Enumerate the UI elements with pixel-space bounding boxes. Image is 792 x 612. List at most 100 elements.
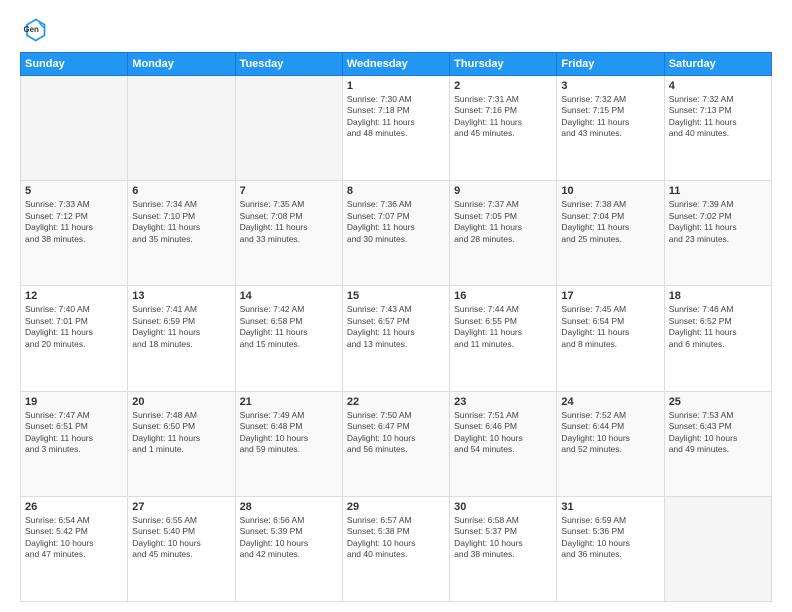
day-info: Sunrise: 6:55 AM Sunset: 5:40 PM Dayligh… (132, 515, 230, 561)
day-number: 19 (25, 396, 123, 408)
day-info: Sunrise: 7:32 AM Sunset: 7:13 PM Dayligh… (669, 94, 767, 140)
calendar-cell: 6 Sunrise: 7:34 AM Sunset: 7:10 PM Daylig… (128, 181, 235, 286)
day-number: 20 (132, 396, 230, 408)
day-info: Sunrise: 7:50 AM Sunset: 6:47 PM Dayligh… (347, 410, 445, 456)
day-info: Sunrise: 7:32 AM Sunset: 7:15 PM Dayligh… (561, 94, 659, 140)
calendar-cell (128, 76, 235, 181)
day-info: Sunrise: 7:51 AM Sunset: 6:46 PM Dayligh… (454, 410, 552, 456)
calendar-cell: 19 Sunrise: 7:47 AM Sunset: 6:51 PM Dayli… (21, 391, 128, 496)
day-number: 25 (669, 396, 767, 408)
calendar-cell: 25 Sunrise: 7:53 AM Sunset: 6:43 PM Dayli… (664, 391, 771, 496)
calendar-cell: 17Sunrise: 7:45 AM Sunset: 6:54 PM Dayli… (557, 286, 664, 391)
day-info: Sunrise: 7:49 AM Sunset: 6:48 PM Dayligh… (240, 410, 338, 456)
calendar-header-thursday: Thursday (450, 53, 557, 76)
day-number: 15 (347, 290, 445, 302)
calendar-cell: 22Sunrise: 7:50 AM Sunset: 6:47 PM Dayli… (342, 391, 449, 496)
day-number: 3 (561, 80, 659, 92)
page: Gen SundayMondayTuesdayWednesdayThursday… (0, 0, 792, 612)
calendar-header-saturday: Saturday (664, 53, 771, 76)
calendar-cell: 26Sunrise: 6:54 AM Sunset: 5:42 PM Dayli… (21, 496, 128, 601)
day-number: 13 (132, 290, 230, 302)
calendar-header-tuesday: Tuesday (235, 53, 342, 76)
day-info: Sunrise: 7:46 AM Sunset: 6:52 PM Dayligh… (669, 304, 767, 350)
calendar-header-sunday: Sunday (21, 53, 128, 76)
calendar-week-2: 12 Sunrise: 7:40 AM Sunset: 7:01 PM Dayli… (21, 286, 772, 391)
calendar-header-row: SundayMondayTuesdayWednesdayThursdayFrid… (21, 53, 772, 76)
calendar-cell: 18 Sunrise: 7:46 AM Sunset: 6:52 PM Dayli… (664, 286, 771, 391)
day-number: 11 (669, 185, 767, 197)
day-info: Sunrise: 7:41 AM Sunset: 6:59 PM Dayligh… (132, 304, 230, 350)
day-info: Sunrise: 7:42 AM Sunset: 6:58 PM Dayligh… (240, 304, 338, 350)
calendar-cell: 20 Sunrise: 7:48 AM Sunset: 6:50 PM Dayli… (128, 391, 235, 496)
calendar-cell: 8Sunrise: 7:36 AM Sunset: 7:07 PM Daylig… (342, 181, 449, 286)
calendar-week-4: 26Sunrise: 6:54 AM Sunset: 5:42 PM Dayli… (21, 496, 772, 601)
day-number: 6 (132, 185, 230, 197)
day-number: 28 (240, 501, 338, 513)
day-number: 30 (454, 501, 552, 513)
logo: Gen (20, 16, 52, 44)
day-info: Sunrise: 7:30 AM Sunset: 7:18 PM Dayligh… (347, 94, 445, 140)
day-info: Sunrise: 6:59 AM Sunset: 5:36 PM Dayligh… (561, 515, 659, 561)
calendar-cell: 9Sunrise: 7:37 AM Sunset: 7:05 PM Daylig… (450, 181, 557, 286)
calendar-body: 1 Sunrise: 7:30 AM Sunset: 7:18 PM Daylig… (21, 76, 772, 602)
calendar-week-0: 1 Sunrise: 7:30 AM Sunset: 7:18 PM Daylig… (21, 76, 772, 181)
calendar-week-3: 19 Sunrise: 7:47 AM Sunset: 6:51 PM Dayli… (21, 391, 772, 496)
calendar-cell (21, 76, 128, 181)
calendar-cell: 13 Sunrise: 7:41 AM Sunset: 6:59 PM Dayli… (128, 286, 235, 391)
calendar-cell: 24 Sunrise: 7:52 AM Sunset: 6:44 PM Dayli… (557, 391, 664, 496)
day-info: Sunrise: 7:34 AM Sunset: 7:10 PM Dayligh… (132, 199, 230, 245)
calendar-cell: 23Sunrise: 7:51 AM Sunset: 6:46 PM Dayli… (450, 391, 557, 496)
day-info: Sunrise: 6:58 AM Sunset: 5:37 PM Dayligh… (454, 515, 552, 561)
day-info: Sunrise: 6:54 AM Sunset: 5:42 PM Dayligh… (25, 515, 123, 561)
calendar-cell: 15 Sunrise: 7:43 AM Sunset: 6:57 PM Dayli… (342, 286, 449, 391)
day-info: Sunrise: 7:53 AM Sunset: 6:43 PM Dayligh… (669, 410, 767, 456)
calendar-cell (235, 76, 342, 181)
day-info: Sunrise: 6:57 AM Sunset: 5:38 PM Dayligh… (347, 515, 445, 561)
logo-icon: Gen (20, 16, 48, 44)
day-number: 31 (561, 501, 659, 513)
day-number: 12 (25, 290, 123, 302)
day-number: 1 (347, 80, 445, 92)
calendar-cell: 31 Sunrise: 6:59 AM Sunset: 5:36 PM Dayli… (557, 496, 664, 601)
calendar-week-1: 5 Sunrise: 7:33 AM Sunset: 7:12 PM Daylig… (21, 181, 772, 286)
calendar-cell: 11Sunrise: 7:39 AM Sunset: 7:02 PM Dayli… (664, 181, 771, 286)
day-info: Sunrise: 7:48 AM Sunset: 6:50 PM Dayligh… (132, 410, 230, 456)
calendar-cell: 27Sunrise: 6:55 AM Sunset: 5:40 PM Dayli… (128, 496, 235, 601)
day-info: Sunrise: 7:35 AM Sunset: 7:08 PM Dayligh… (240, 199, 338, 245)
day-info: Sunrise: 7:37 AM Sunset: 7:05 PM Dayligh… (454, 199, 552, 245)
calendar-header-wednesday: Wednesday (342, 53, 449, 76)
day-number: 10 (561, 185, 659, 197)
day-number: 5 (25, 185, 123, 197)
day-number: 18 (669, 290, 767, 302)
calendar-cell: 30 Sunrise: 6:58 AM Sunset: 5:37 PM Dayli… (450, 496, 557, 601)
day-info: Sunrise: 7:43 AM Sunset: 6:57 PM Dayligh… (347, 304, 445, 350)
day-number: 7 (240, 185, 338, 197)
calendar-cell: 3 Sunrise: 7:32 AM Sunset: 7:15 PM Daylig… (557, 76, 664, 181)
day-number: 17 (561, 290, 659, 302)
calendar-cell: 21 Sunrise: 7:49 AM Sunset: 6:48 PM Dayli… (235, 391, 342, 496)
day-number: 24 (561, 396, 659, 408)
day-info: Sunrise: 7:33 AM Sunset: 7:12 PM Dayligh… (25, 199, 123, 245)
day-number: 14 (240, 290, 338, 302)
header: Gen (20, 16, 772, 44)
day-info: Sunrise: 7:52 AM Sunset: 6:44 PM Dayligh… (561, 410, 659, 456)
day-info: Sunrise: 7:36 AM Sunset: 7:07 PM Dayligh… (347, 199, 445, 245)
calendar-cell: 7 Sunrise: 7:35 AM Sunset: 7:08 PM Daylig… (235, 181, 342, 286)
day-info: Sunrise: 7:44 AM Sunset: 6:55 PM Dayligh… (454, 304, 552, 350)
day-info: Sunrise: 6:56 AM Sunset: 5:39 PM Dayligh… (240, 515, 338, 561)
calendar-cell: 28 Sunrise: 6:56 AM Sunset: 5:39 PM Dayli… (235, 496, 342, 601)
calendar-cell: 12 Sunrise: 7:40 AM Sunset: 7:01 PM Dayli… (21, 286, 128, 391)
day-info: Sunrise: 7:38 AM Sunset: 7:04 PM Dayligh… (561, 199, 659, 245)
day-info: Sunrise: 7:31 AM Sunset: 7:16 PM Dayligh… (454, 94, 552, 140)
calendar-cell: 1 Sunrise: 7:30 AM Sunset: 7:18 PM Daylig… (342, 76, 449, 181)
calendar-cell: 16Sunrise: 7:44 AM Sunset: 6:55 PM Dayli… (450, 286, 557, 391)
calendar-cell: 29 Sunrise: 6:57 AM Sunset: 5:38 PM Dayli… (342, 496, 449, 601)
calendar-cell: 5 Sunrise: 7:33 AM Sunset: 7:12 PM Daylig… (21, 181, 128, 286)
day-number: 29 (347, 501, 445, 513)
calendar-cell: 4 Sunrise: 7:32 AM Sunset: 7:13 PM Daylig… (664, 76, 771, 181)
day-info: Sunrise: 7:40 AM Sunset: 7:01 PM Dayligh… (25, 304, 123, 350)
day-number: 4 (669, 80, 767, 92)
day-number: 21 (240, 396, 338, 408)
day-info: Sunrise: 7:47 AM Sunset: 6:51 PM Dayligh… (25, 410, 123, 456)
calendar-cell: 10 Sunrise: 7:38 AM Sunset: 7:04 PM Dayli… (557, 181, 664, 286)
